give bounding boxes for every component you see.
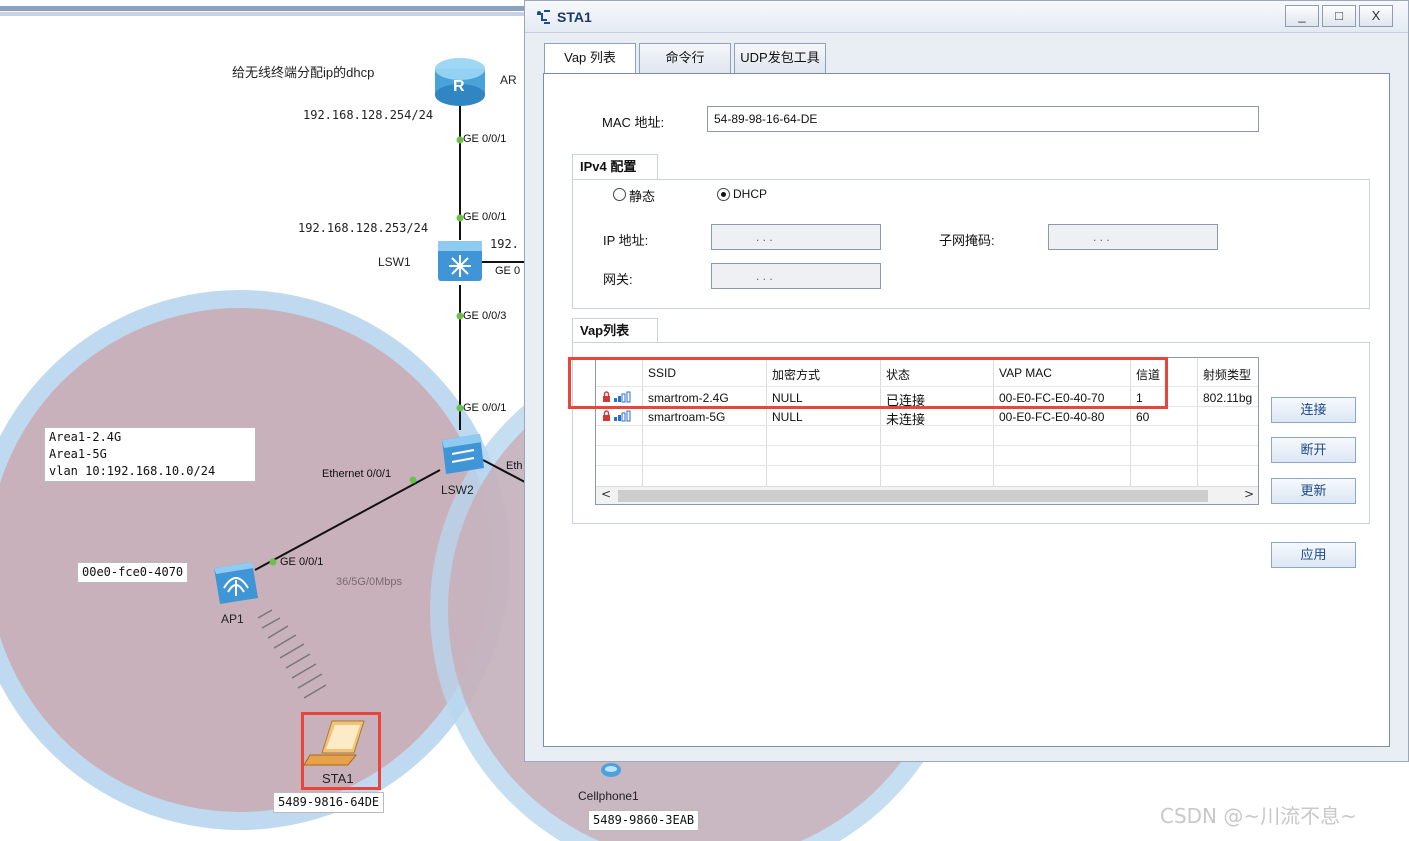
minimize-button[interactable]: _ xyxy=(1285,5,1319,27)
area-note-line: Area1-2.4G xyxy=(49,430,122,444)
lsw2-name: LSW2 xyxy=(441,483,474,497)
tab-vap-list[interactable]: Vap 列表 xyxy=(544,43,636,74)
watermark: CSDN @~川流不息~ xyxy=(1160,804,1357,828)
ap1-rate: 36/5G/0Mbps xyxy=(336,576,403,588)
table-column-divider xyxy=(1197,358,1198,486)
lsw2-port-top: GE 0/0/1 xyxy=(463,402,507,414)
connected-row-highlight-box xyxy=(568,357,1168,409)
tab-udp-tool[interactable]: UDP发包工具 xyxy=(734,43,826,73)
ip-address-dots: . . . xyxy=(756,230,773,244)
horizontal-scrollbar[interactable]: < > xyxy=(596,486,1258,504)
close-button[interactable]: X xyxy=(1359,5,1393,27)
ap1-access-point-icon[interactable] xyxy=(210,558,262,608)
area-note-line: Area1-5G xyxy=(49,447,107,461)
router-ip: 192.168.128.254/24 xyxy=(303,108,434,122)
sta1-mac: 5489-9816-64DE xyxy=(273,792,385,813)
tab-command-line[interactable]: 命令行 xyxy=(639,43,731,73)
ap1-name: AP1 xyxy=(221,612,244,626)
subnet-mask-label: 子网掩码: xyxy=(939,233,995,248)
vap-group-title: Vap列表 xyxy=(572,318,658,344)
area-note: Area1-2.4G Area1-5G vlan 10:192.168.10.0… xyxy=(44,427,256,482)
disconnect-button[interactable]: 断开 xyxy=(1271,437,1356,463)
router-note: 给无线终端分配ip的dhcp xyxy=(232,65,375,80)
lsw1-switch-icon[interactable] xyxy=(436,237,484,285)
lsw2-port-left: Ethernet 0/0/1 xyxy=(322,468,392,480)
static-radio[interactable] xyxy=(613,188,626,201)
router-port: GE 0/0/1 xyxy=(463,133,507,145)
ip-address-field[interactable]: . . . xyxy=(711,224,881,250)
lsw1-ip: 192.168.128.253/24 xyxy=(298,221,429,235)
lsw2-switch-icon[interactable] xyxy=(436,430,486,478)
sta1-window: STA1 _ □ X Vap 列表 命令行 UDP发包工具 MAC 地址: 54… xyxy=(524,0,1409,762)
lsw1-port-top: GE 0/0/1 xyxy=(463,211,507,223)
lsw2-port-right: Eth xyxy=(506,460,523,472)
ip-address-label: IP 地址: xyxy=(603,233,649,248)
area-note-line: vlan 10:192.168.10.0/24 xyxy=(49,464,216,478)
lsw1-port-right: GE 0 xyxy=(495,265,521,277)
dhcp-label: DHCP xyxy=(733,187,768,201)
cell-encryption: NULL xyxy=(772,410,803,424)
ipv4-config-group: 静态 DHCP IP 地址: . . . 子网掩码: . . . 网关: . .… xyxy=(572,179,1370,309)
svg-text:R: R xyxy=(453,78,465,95)
cellphone-name: Cellphone1 xyxy=(578,789,639,803)
static-label: 静态 xyxy=(629,189,656,204)
cell-channel: 60 xyxy=(1136,410,1150,424)
lsw1-name: LSW1 xyxy=(378,255,411,269)
window-title: STA1 xyxy=(557,9,592,25)
refresh-button[interactable]: 更新 xyxy=(1271,478,1356,504)
cellphone-mac: 5489-9860-3EAB xyxy=(588,810,700,831)
mac-address-field[interactable]: 54-89-98-16-64-DE xyxy=(707,106,1259,132)
maximize-button[interactable]: □ xyxy=(1322,5,1356,27)
router-name: AR xyxy=(500,73,517,87)
apply-button[interactable]: 应用 xyxy=(1271,542,1356,568)
scrollbar-thumb[interactable] xyxy=(618,490,1208,502)
table-row-divider xyxy=(596,465,1258,466)
window-titlebar[interactable]: STA1 _ □ X xyxy=(525,1,1408,33)
gateway-label: 网关: xyxy=(603,272,633,287)
router-icon[interactable]: R xyxy=(433,55,487,107)
dhcp-radio[interactable] xyxy=(717,188,730,201)
scroll-left-arrow-icon[interactable]: < xyxy=(601,487,611,501)
sta1-highlight-box xyxy=(301,712,381,790)
network-app-icon xyxy=(537,10,550,24)
column-header-radio-type[interactable]: 射频类型 xyxy=(1203,366,1251,383)
cell-radio-type: 802.11bg xyxy=(1203,391,1253,405)
mac-label: MAC 地址: xyxy=(602,115,665,130)
lsw1-ip-right: 192. xyxy=(490,237,519,251)
ap1-mac: 00e0-fce0-4070 xyxy=(77,562,189,583)
ap1-port: GE 0/0/1 xyxy=(280,556,324,568)
gateway-field[interactable]: . . . xyxy=(711,263,881,289)
gateway-dots: . . . xyxy=(756,269,773,283)
subnet-mask-field[interactable]: . . . xyxy=(1048,224,1218,250)
ipv4-group-title: IPv4 配置 xyxy=(572,154,658,180)
lock-signal-icon xyxy=(603,410,631,422)
table-row-divider xyxy=(596,445,1258,446)
cellphone-icon[interactable] xyxy=(600,762,622,778)
scroll-right-arrow-icon[interactable]: > xyxy=(1244,487,1254,501)
subnet-mask-dots: . . . xyxy=(1093,230,1110,244)
table-row-divider xyxy=(596,425,1258,426)
lsw1-port-bottom: GE 0/0/3 xyxy=(463,310,507,322)
cell-vap-mac: 00-E0-FC-E0-40-80 xyxy=(999,410,1105,424)
connect-button[interactable]: 连接 xyxy=(1271,397,1356,423)
cell-ssid: smartroam-5G xyxy=(648,410,726,424)
